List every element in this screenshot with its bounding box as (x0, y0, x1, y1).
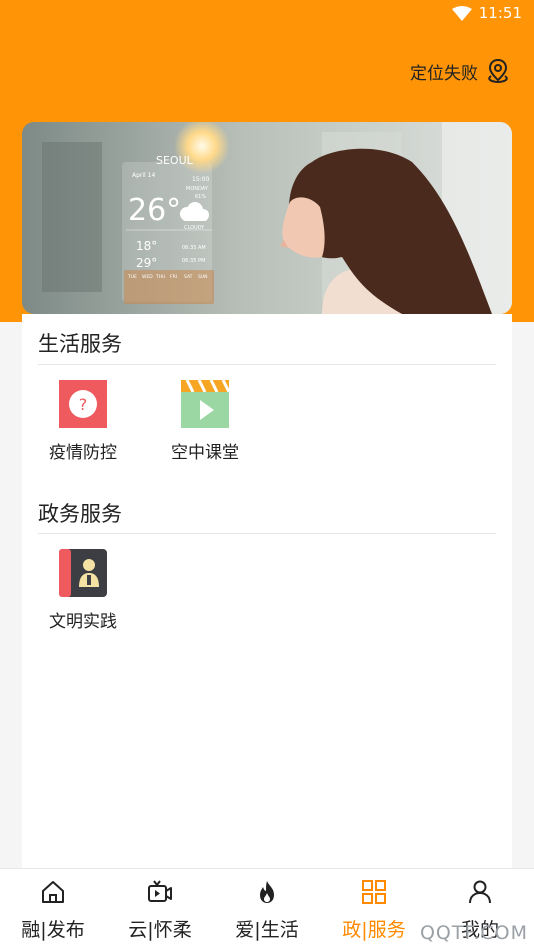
flame-icon (260, 881, 274, 903)
location-pin-icon (488, 58, 508, 83)
nav-label: 政|服务 (342, 919, 406, 941)
watermark: QQTF.COM (419, 922, 528, 944)
section-title-government: 政务服务 (38, 502, 122, 526)
service-label: 文明实践 (49, 612, 117, 632)
grid-icon (362, 880, 386, 904)
svg-text:?: ? (79, 395, 88, 414)
nav-item-gov-service[interactable]: 政|服务 (321, 869, 427, 950)
weather-city: SEOUL (156, 154, 194, 167)
forecast-day: SUN (198, 274, 208, 280)
nav-item-release[interactable]: 融|发布 (0, 869, 106, 950)
contact-book-icon (59, 549, 107, 597)
status-bar: 11:51 (0, 0, 534, 28)
weather-humidity: 61% (195, 194, 206, 200)
question-icon: ? (59, 380, 107, 428)
service-label: 空中课堂 (171, 443, 239, 463)
user-icon (469, 880, 491, 904)
weather-high: 29° (136, 256, 157, 270)
forecast-day: TUE (127, 274, 137, 280)
weather-time: 15:00 (192, 176, 209, 183)
forecast-day: WED (142, 274, 153, 280)
wifi-icon (452, 6, 472, 21)
services-card: 生活服务 ? 疫情防控 空中课堂 政务服务 文明实践 (22, 314, 512, 870)
service-air-classroom[interactable]: 空中课堂 (155, 380, 255, 463)
weather-sunrise: 06:35 AM (182, 245, 206, 251)
weather-date: April 14 (132, 172, 155, 179)
nav-item-love-life[interactable]: 爱|生活 (214, 869, 320, 950)
service-civilization-practice[interactable]: 文明实践 (33, 549, 133, 632)
forecast-day: SAT (184, 274, 193, 280)
section-title-life: 生活服务 (38, 332, 122, 356)
week-forecast: TUE WED THU FRI SAT SUN (124, 270, 214, 304)
location-button[interactable]: 定位失败 (410, 56, 512, 86)
nav-label: 云|怀柔 (128, 919, 192, 941)
location-status: 定位失败 (410, 63, 478, 84)
home-icon (42, 881, 64, 903)
status-time: 11:51 (478, 4, 522, 22)
forecast-day: FRI (170, 274, 177, 280)
video-icon (148, 880, 172, 902)
section-divider (38, 533, 496, 534)
weather-temperature: 26° (128, 193, 181, 228)
video-clapper-icon (181, 380, 229, 428)
nav-label: 爱|生活 (235, 919, 299, 941)
service-label: 疫情防控 (49, 443, 117, 463)
weather-sunset: 06:35 PM (182, 258, 205, 264)
nav-item-cloud-huairou[interactable]: 云|怀柔 (107, 869, 213, 950)
service-epidemic-control[interactable]: ? 疫情防控 (33, 380, 133, 463)
banner-illustration: SEOUL April 14 15:00 MONDAY 61% 26° CLOU… (22, 122, 512, 314)
banner-image[interactable]: SEOUL April 14 15:00 MONDAY 61% 26° CLOU… (22, 122, 512, 314)
section-divider (38, 364, 496, 365)
forecast-day: THU (155, 274, 165, 280)
weather-low: 18° (136, 239, 157, 253)
nav-label: 融|发布 (21, 919, 85, 941)
weather-day: MONDAY (186, 186, 209, 192)
